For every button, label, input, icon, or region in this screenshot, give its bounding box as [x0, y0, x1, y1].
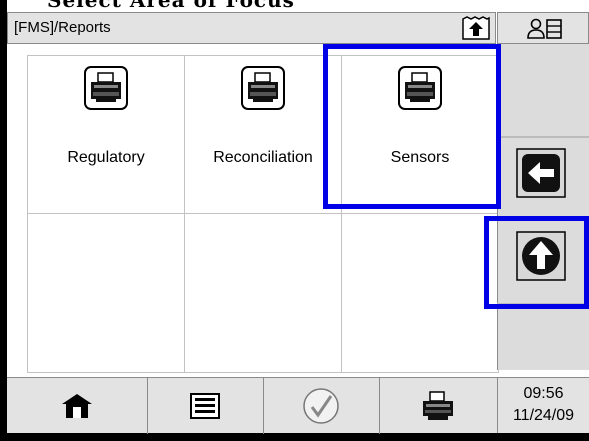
- printer-icon: [423, 391, 453, 420]
- home-button[interactable]: [7, 378, 148, 434]
- tile-empty: [184, 213, 342, 373]
- cropped-heading-text: Select Area of Focus: [47, 0, 295, 12]
- user-list-button[interactable]: [497, 12, 589, 44]
- highlight-box-up: [484, 216, 589, 309]
- tile-label: Reconciliation: [213, 149, 313, 166]
- tile-empty: [341, 213, 499, 373]
- clock: 09:56 11/24/09: [497, 377, 589, 433]
- header-bar: [FMS]/Reports: [7, 12, 496, 44]
- clock-time: 09:56: [523, 385, 564, 402]
- list-button[interactable]: [147, 378, 264, 434]
- back-arrow-icon: [516, 148, 566, 198]
- home-icon: [62, 394, 92, 418]
- tile-label: Regulatory: [67, 149, 145, 166]
- printer-icon: [241, 66, 285, 110]
- clock-date: 11/24/09: [512, 407, 575, 424]
- printer-icon: [84, 66, 128, 110]
- list-icon: [190, 393, 220, 419]
- tile-empty: [27, 213, 185, 373]
- bottom-toolbar: [7, 377, 497, 434]
- right-nav-panel: [497, 44, 589, 370]
- print-button[interactable]: [379, 378, 497, 434]
- tile-reconciliation[interactable]: Reconciliation: [184, 55, 342, 214]
- tile-regulatory[interactable]: Regulatory: [27, 55, 185, 214]
- confirm-button[interactable]: [263, 378, 380, 434]
- upload-icon[interactable]: [461, 16, 491, 41]
- user-list-icon: [527, 18, 563, 40]
- highlight-box-sensors: [323, 44, 501, 209]
- back-button[interactable]: [516, 148, 566, 198]
- window-frame-left: [0, 0, 7, 441]
- panel-divider: [497, 136, 589, 138]
- cropped-heading: Select Area of Focus: [7, 0, 589, 12]
- window-frame-bottom: [0, 433, 589, 441]
- breadcrumb: [FMS]/Reports: [14, 19, 111, 36]
- checkmark-icon: [303, 388, 339, 424]
